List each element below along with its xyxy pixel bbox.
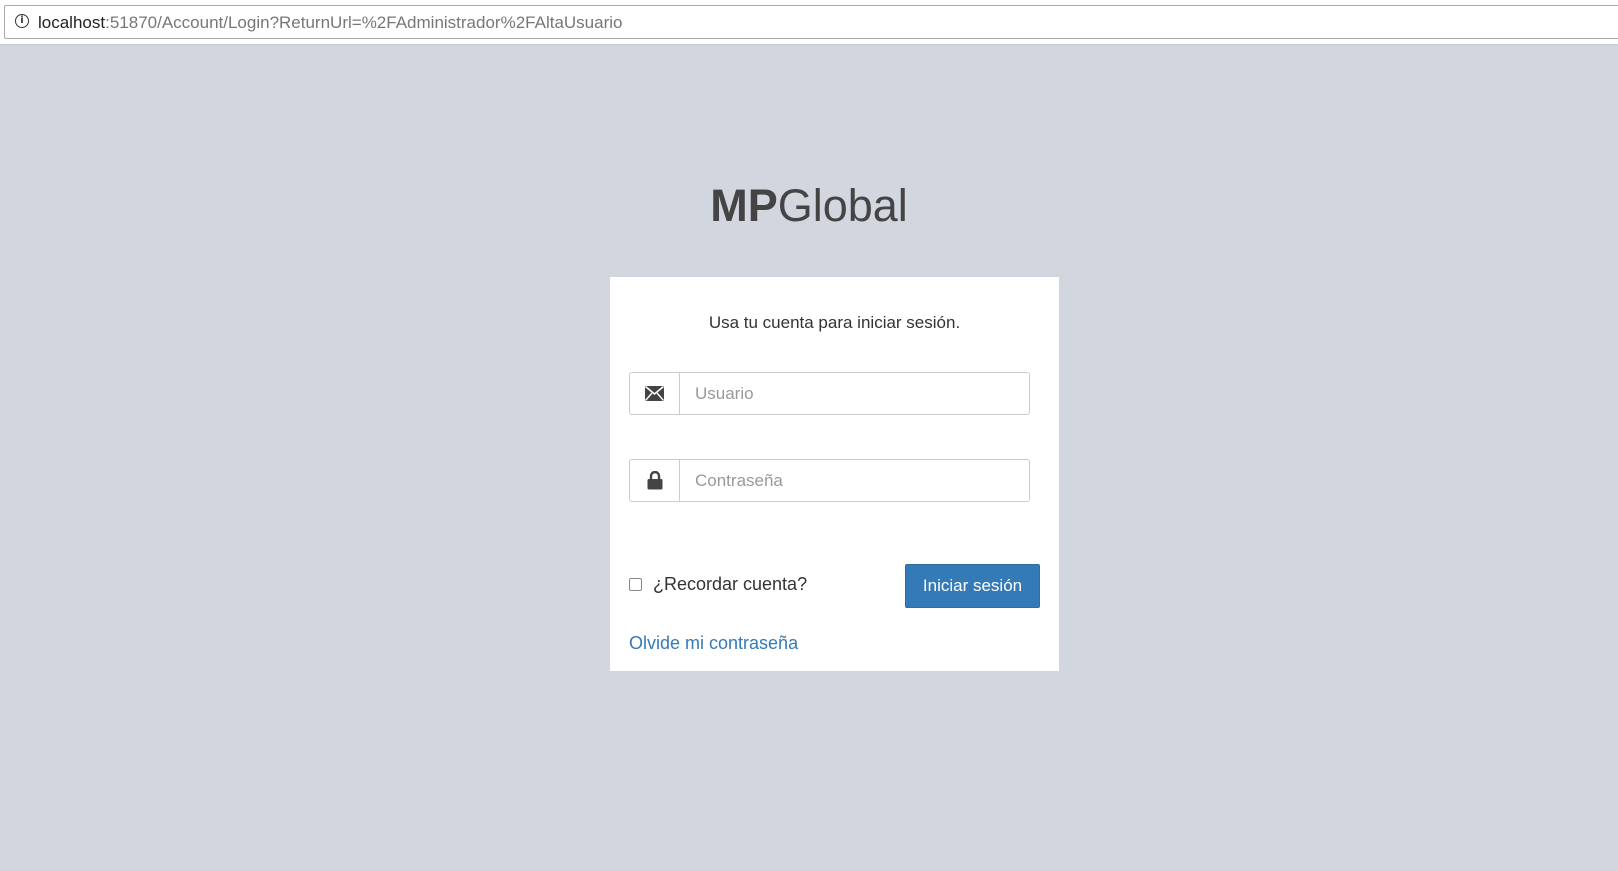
- envelope-icon: [629, 372, 679, 415]
- username-input[interactable]: [679, 372, 1030, 415]
- url-host: localhost: [38, 13, 106, 32]
- url-text: localhost:51870/Account/Login?ReturnUrl=…: [38, 13, 622, 33]
- login-message: Usa tu cuenta para iniciar sesión.: [708, 313, 961, 332]
- login-box: Usa tu cuenta para iniciar sesión. ¿Reco…: [610, 277, 1059, 671]
- remember-checkbox[interactable]: [629, 577, 642, 591]
- login-button[interactable]: Iniciar sesión: [905, 564, 1040, 608]
- forgot-password-link[interactable]: Olvide mi contraseña: [629, 633, 798, 654]
- info-icon[interactable]: i: [15, 14, 29, 28]
- lock-icon: [629, 459, 679, 502]
- username-group: [629, 372, 1030, 415]
- browser-toolbar: i localhost:51870/Account/Login?ReturnUr…: [0, 0, 1618, 45]
- address-bar[interactable]: i localhost:51870/Account/Login?ReturnUr…: [4, 5, 1618, 39]
- password-group: [629, 459, 1030, 502]
- password-input[interactable]: [679, 459, 1030, 502]
- remember-row: ¿Recordar cuenta?: [629, 572, 807, 596]
- remember-label[interactable]: ¿Recordar cuenta?: [653, 574, 807, 595]
- logo-bold: MP: [710, 180, 778, 231]
- logo-regular: Global: [777, 180, 908, 231]
- app-logo: MPGlobal: [0, 180, 1618, 232]
- url-path: :51870/Account/Login?ReturnUrl=%2FAdmini…: [105, 13, 623, 32]
